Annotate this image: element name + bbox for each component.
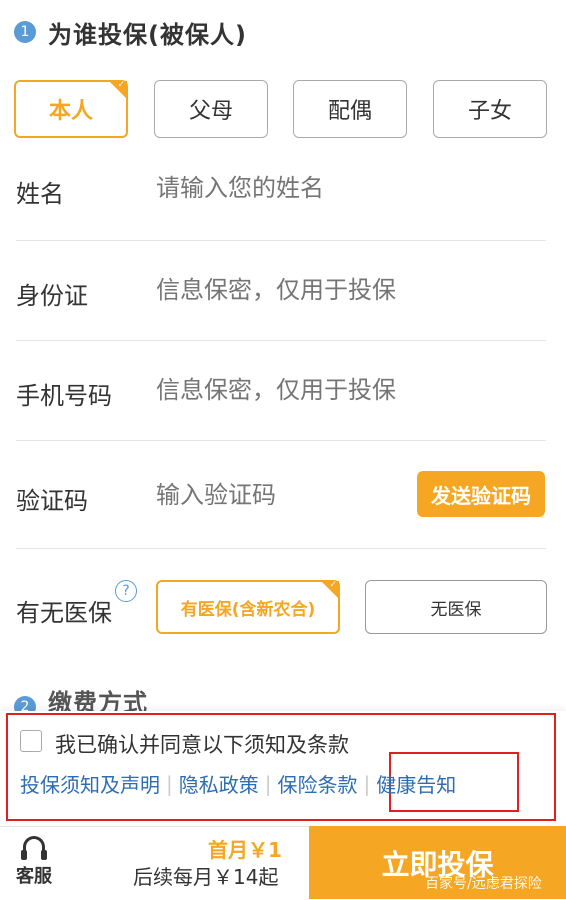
insured-option-self[interactable]: 本人 ✓ [14,80,128,138]
name-label: 姓名 [16,180,64,208]
insured-option-label: 子女 [467,99,512,124]
id-card-input[interactable] [156,276,406,304]
divider [16,548,546,549]
medical-option-label: 有医保(含新农合) [180,599,316,620]
agreement-links: 投保须知及声明 | 隐私政策 | 保险条款 | 健康告知 [20,769,456,798]
link-separator: | [166,771,173,796]
divider [16,340,546,341]
watermark: 百家号/远虑君探险 [425,876,542,892]
medical-insurance-label: 有无医保 [16,599,112,627]
customer-service-label: 客服 [16,866,52,887]
divider [16,440,546,441]
insured-option-label: 本人 [48,99,93,124]
link-separator: | [264,771,272,796]
insured-options: 本人 ✓ 父母 配偶 子女 [14,80,548,140]
medical-option-has-insurance[interactable]: 有医保(含新农合) ✓ [156,580,340,634]
insured-option-label: 配偶 [327,99,372,124]
divider [16,240,546,241]
check-icon: ✓ [117,80,125,90]
insured-option-children[interactable]: 子女 [433,80,547,138]
section-title: 为谁投保(被保人) [48,20,247,49]
customer-service-button[interactable]: 客服 [10,836,58,888]
first-month-price: 首月￥1 [208,838,282,862]
insured-option-parents[interactable]: 父母 [154,80,268,138]
name-input[interactable] [156,174,406,202]
id-card-label: 身份证 [16,282,88,310]
link-privacy-policy[interactable]: 隐私政策 [179,769,259,798]
medical-option-label: 无医保 [430,599,482,620]
agree-checkbox[interactable] [20,730,42,752]
link-health-notice[interactable]: 健康告知 [376,769,456,798]
agreement-text: 我已确认并同意以下须知及条款 [55,733,349,757]
insured-option-label: 父母 [188,99,233,124]
phone-input[interactable] [156,376,406,404]
question-icon[interactable]: ? [115,580,137,602]
phone-label: 手机号码 [16,382,112,410]
medical-option-no-insurance[interactable]: 无医保 [365,580,547,634]
send-code-button[interactable]: 发送验证码 [417,471,545,517]
insured-section-header: 1 为谁投保(被保人) [14,14,247,50]
check-icon: ✓ [329,580,337,590]
link-separator: | [363,771,371,796]
verification-code-input[interactable] [156,481,386,509]
headset-icon [21,836,47,860]
insured-option-spouse[interactable]: 配偶 [293,80,407,138]
step-number-badge: 1 [14,21,36,43]
subsequent-price: 后续每月￥14起 [133,865,279,889]
link-insurance-terms[interactable]: 保险条款 [278,769,358,798]
verification-code-label: 验证码 [16,487,88,515]
link-insurance-notice[interactable]: 投保须知及声明 [20,769,160,798]
